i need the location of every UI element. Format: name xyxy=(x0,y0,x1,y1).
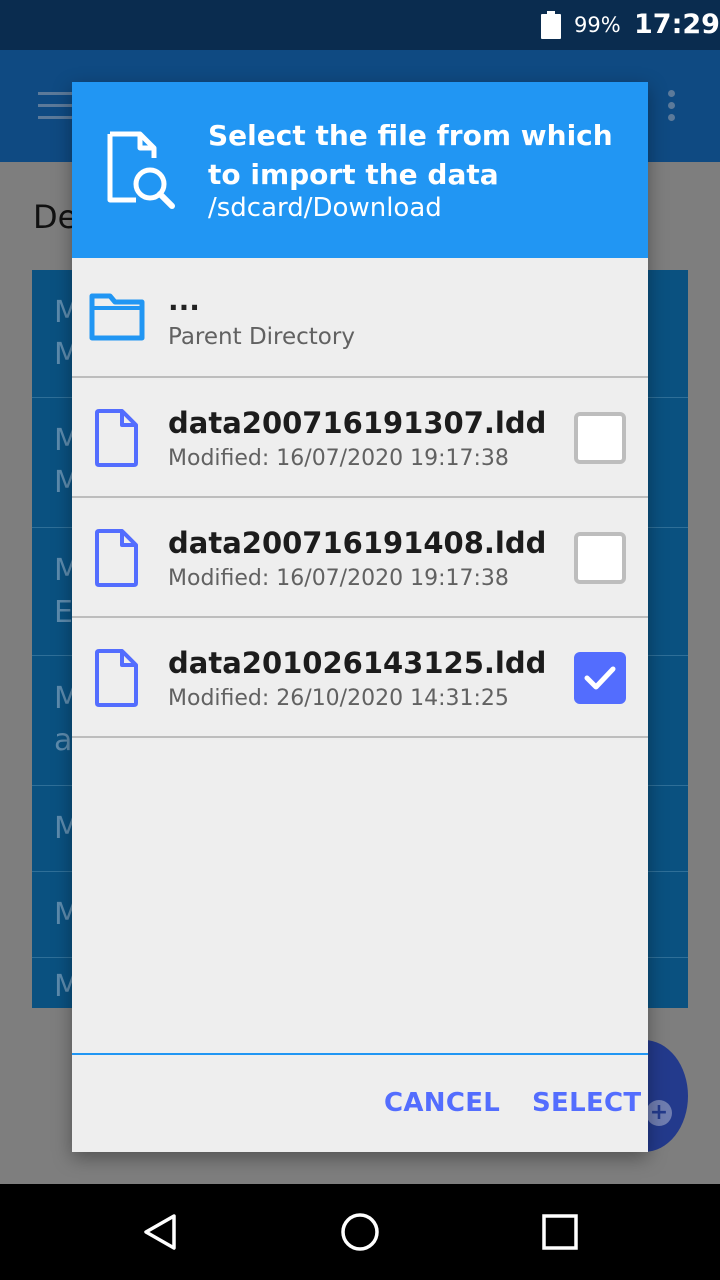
clock: 17:29 xyxy=(634,9,720,40)
folder-icon xyxy=(89,293,145,341)
file-search-icon xyxy=(107,131,175,209)
file-modified-date: Modified: 26/10/2020 14:31:25 xyxy=(168,686,509,711)
file-row[interactable]: data201026143125.ldd Modified: 26/10/202… xyxy=(72,618,648,738)
file-modified-date: Modified: 16/07/2020 19:17:38 xyxy=(168,566,509,591)
current-path: /sdcard/Download xyxy=(208,193,442,223)
home-icon[interactable] xyxy=(340,1212,380,1252)
parent-directory-row[interactable]: ... Parent Directory xyxy=(72,258,648,378)
file-checkbox[interactable] xyxy=(574,412,626,464)
menu-icon xyxy=(38,92,74,120)
file-picker-dialog: Select the file from which to import the… xyxy=(72,82,648,1152)
file-name: data201026143125.ldd xyxy=(168,646,547,680)
checkmark-icon xyxy=(584,666,616,690)
navigation-bar xyxy=(0,1184,720,1280)
battery-icon xyxy=(541,11,561,39)
page-heading: De xyxy=(33,198,78,236)
parent-directory-label: Parent Directory xyxy=(168,324,355,350)
more-options-icon xyxy=(668,90,676,124)
file-row[interactable]: data200716191307.ldd Modified: 16/07/202… xyxy=(72,378,648,498)
dialog-title: Select the file from which to import the… xyxy=(208,119,613,191)
status-bar: 99% 17:29 xyxy=(0,0,720,50)
file-name: data200716191307.ldd xyxy=(168,406,547,440)
battery-percentage: 99% xyxy=(574,13,621,37)
file-icon xyxy=(95,409,138,467)
file-icon xyxy=(95,649,138,707)
dialog-header: Select the file from which to import the… xyxy=(72,82,648,258)
file-name: data200716191408.ldd xyxy=(168,526,547,560)
cancel-button[interactable]: CANCEL xyxy=(384,1088,500,1118)
file-icon xyxy=(95,529,138,587)
select-button[interactable]: SELECT xyxy=(532,1088,641,1118)
file-checkbox[interactable] xyxy=(574,532,626,584)
recents-icon[interactable] xyxy=(540,1212,580,1252)
add-icon: + xyxy=(646,1100,672,1126)
back-icon[interactable] xyxy=(140,1212,180,1252)
file-modified-date: Modified: 16/07/2020 19:17:38 xyxy=(168,446,509,471)
footer-divider xyxy=(72,1053,648,1055)
file-checkbox[interactable] xyxy=(574,652,626,704)
parent-directory-name: ... xyxy=(168,284,200,317)
file-row[interactable]: data200716191408.ldd Modified: 16/07/202… xyxy=(72,498,648,618)
